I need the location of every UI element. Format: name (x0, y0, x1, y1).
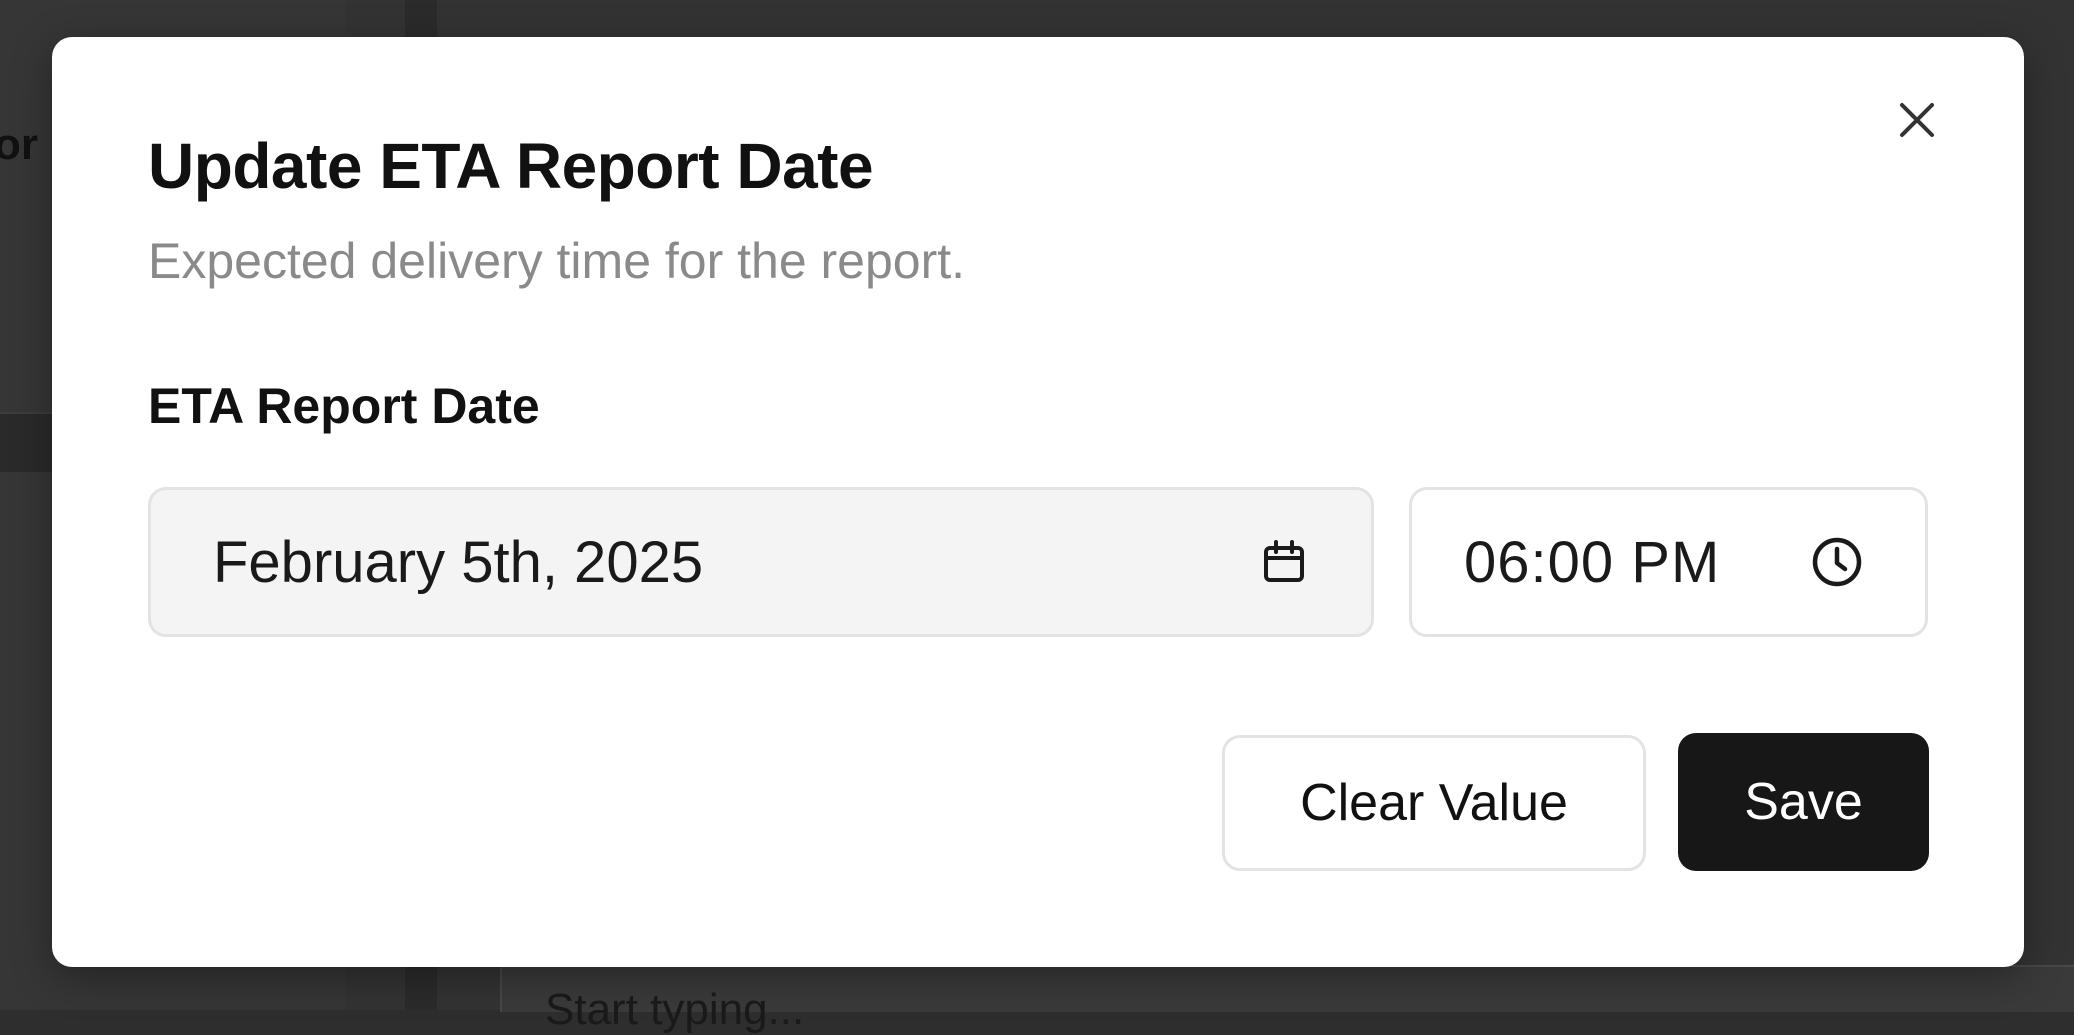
background-partial-placeholder: Start typing... (545, 985, 805, 1034)
update-eta-dialog: Update ETA Report Date Expected delivery… (52, 37, 2024, 967)
dialog-title: Update ETA Report Date (148, 130, 874, 202)
calendar-icon (1259, 537, 1309, 587)
date-picker-field[interactable]: February 5th, 2025 (148, 487, 1374, 637)
close-button[interactable] (1892, 95, 1942, 145)
background-row (0, 412, 52, 472)
time-input-field[interactable]: 06:00 PM (1409, 487, 1928, 637)
clear-value-button[interactable]: Clear Value (1222, 735, 1646, 871)
time-value: 06:00 PM (1464, 529, 1721, 595)
clock-icon[interactable] (1809, 534, 1865, 590)
close-icon (1900, 103, 1934, 137)
save-button[interactable]: Save (1678, 733, 1929, 871)
background-partial-text: or (0, 120, 38, 169)
eta-report-date-label: ETA Report Date (148, 378, 540, 434)
dialog-subtitle: Expected delivery time for the report. (148, 233, 966, 289)
background-row-divider (0, 412, 52, 414)
date-value: February 5th, 2025 (213, 529, 704, 595)
